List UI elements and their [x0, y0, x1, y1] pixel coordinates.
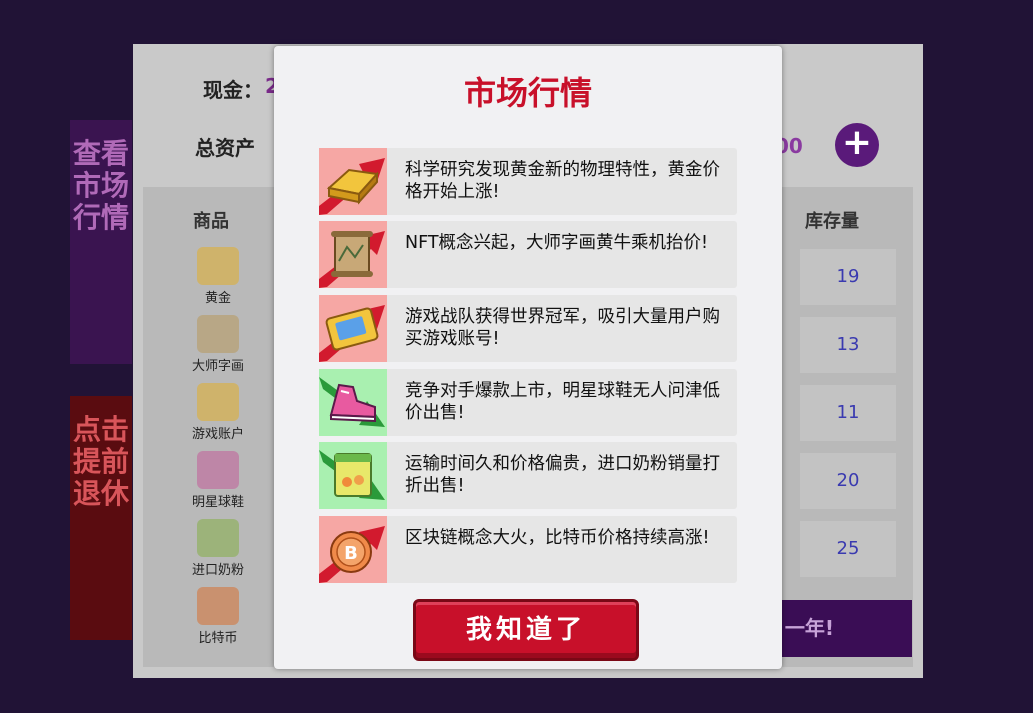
goods-item: 比特币	[173, 587, 263, 646]
goods-name: 黄金	[204, 291, 231, 306]
news-text: 运输时间久和价格偏贵，进口奶粉销量打折出售!	[405, 454, 720, 496]
news-text: 区块链概念大火，比特币价格持续高涨!	[405, 528, 710, 548]
goods-item: 明星球鞋	[173, 451, 263, 510]
news-text: 科学研究发现黄金新的物理特性，黄金价格开始上涨!	[405, 160, 720, 202]
goods-item: 游戏账户	[173, 383, 263, 442]
milk-powder-icon	[197, 519, 239, 557]
gold-bar-icon	[197, 247, 239, 285]
news-item: B 区块链概念大火，比特币价格持续高涨!	[319, 516, 737, 583]
goods-name: 进口奶粉	[191, 563, 244, 578]
stock-cell: 25	[800, 521, 896, 577]
goods-item: 进口奶粉	[173, 519, 263, 578]
news-text: 游戏战队获得世界冠军，吸引大量用户购买游戏账号!	[405, 307, 720, 349]
goods-name: 大师字画	[191, 359, 244, 374]
sneaker-icon	[319, 369, 387, 436]
scroll-painting-icon	[319, 221, 387, 288]
cash-label: 现金：	[203, 78, 263, 102]
goods-column-header: 商品	[193, 211, 229, 232]
game-card-icon	[197, 383, 239, 421]
goods-item: 大师字画	[173, 315, 263, 374]
goods-name: 明星球鞋	[191, 495, 244, 510]
gold-bar-icon	[319, 148, 387, 215]
stock-column-header: 库存量	[805, 211, 859, 232]
market-news-dialog: 市场行情 科学研究发现黄金新的物理特性，黄金价格开始上涨! NFT概念兴起，大师字…	[274, 46, 782, 669]
bitcoin-icon	[197, 587, 239, 625]
news-item: 科学研究发现黄金新的物理特性，黄金价格开始上涨!	[319, 148, 737, 215]
news-item: 竞争对手爆款上市，明星球鞋无人问津低价出售!	[319, 369, 737, 436]
milk-powder-icon	[319, 442, 387, 509]
early-retire-button[interactable]: 点击提前退休	[70, 396, 132, 640]
news-item: 游戏战队获得世界冠军，吸引大量用户购买游戏账号!	[319, 295, 737, 362]
svg-text:B: B	[344, 543, 358, 564]
dialog-title: 市场行情	[463, 74, 592, 112]
news-text: NFT概念兴起，大师字画黄牛乘机抬价!	[405, 233, 709, 253]
news-text: 竞争对手爆款上市，明星球鞋无人问津低价出售!	[405, 381, 720, 423]
goods-name: 游戏账户	[191, 427, 244, 442]
bitcoin-icon: B	[319, 516, 387, 583]
goods-name: 比特币	[198, 631, 238, 646]
add-button[interactable]: +	[835, 123, 879, 167]
news-item: 运输时间久和价格偏贵，进口奶粉销量打折出售!	[319, 442, 737, 509]
stock-cell: 20	[800, 453, 896, 509]
got-it-button[interactable]: 我知道了	[413, 599, 639, 661]
sneaker-icon	[197, 451, 239, 489]
stock-cell: 11	[800, 385, 896, 441]
stock-cell: 13	[800, 317, 896, 373]
total-assets-label: 总资产	[195, 136, 255, 160]
news-item: NFT概念兴起，大师字画黄牛乘机抬价!	[319, 221, 737, 288]
next-year-button[interactable]: 一年!	[764, 600, 912, 657]
plus-icon: +	[841, 122, 873, 163]
scroll-painting-icon	[197, 315, 239, 353]
stock-cell: 19	[800, 249, 896, 305]
goods-item: 黄金	[173, 247, 263, 306]
game-card-icon	[319, 295, 387, 362]
view-market-button[interactable]: 查看市场行情	[70, 120, 132, 364]
